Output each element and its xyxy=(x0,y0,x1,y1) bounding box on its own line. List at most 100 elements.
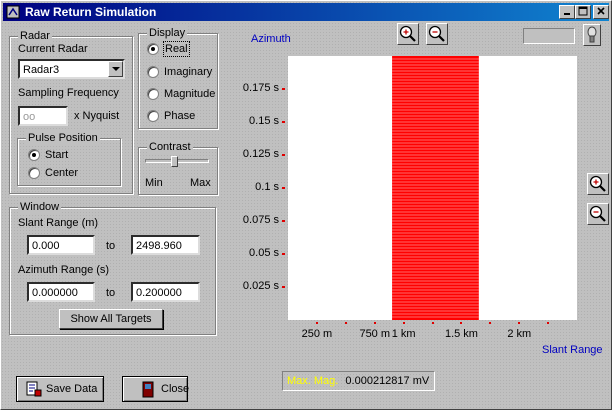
y-tick-mark xyxy=(282,187,285,189)
zoom-out-icon xyxy=(589,205,606,222)
x-tick-mark xyxy=(518,322,521,324)
azimuth-range-label: Azimuth Range (s) xyxy=(18,264,110,276)
slant-range-from-input[interactable]: 0.000 xyxy=(27,235,95,255)
sampling-frequency-input[interactable]: oo xyxy=(18,106,68,126)
maximize-icon xyxy=(578,6,588,16)
zoom-in-x-button[interactable] xyxy=(397,23,419,45)
contrast-slider-thumb[interactable] xyxy=(170,156,178,167)
radar-group-label: Radar xyxy=(18,29,52,43)
azimuth-range-from-input[interactable]: 0.000000 xyxy=(27,282,95,302)
display-magnitude-label: Magnitude xyxy=(164,88,216,100)
x-tick-label: 1 km xyxy=(391,328,416,340)
sampling-unit-label: x Nyquist xyxy=(74,110,120,122)
display-real-label: Real xyxy=(163,41,190,57)
contrast-group: Contrast Min Max xyxy=(138,140,218,195)
x-tick-mark xyxy=(547,322,550,324)
max-magnitude-value: 0.000212817 mV xyxy=(345,375,430,387)
x-tick-mark xyxy=(344,322,347,324)
probe-button[interactable] xyxy=(583,24,601,46)
x-tick-label: 2 km xyxy=(507,328,532,340)
slant-range-label: Slant Range (m) xyxy=(18,217,99,229)
y-tick-label: 0.025 s xyxy=(242,280,279,292)
y-tick-mark xyxy=(282,220,285,222)
zoom-out-x-button[interactable] xyxy=(426,23,448,45)
contrast-max-label: Max xyxy=(190,177,211,189)
display-phase-radio[interactable]: Phase xyxy=(147,109,207,125)
max-magnitude-label: Max. Mag. xyxy=(287,375,339,387)
display-group-label: Display xyxy=(147,26,188,40)
zoom-in-icon xyxy=(399,25,416,42)
contrast-min-label: Min xyxy=(145,177,163,189)
raw-return-plot[interactable] xyxy=(288,56,577,320)
radar-group: Radar Current Radar Radar3 Sampling Freq… xyxy=(9,29,133,194)
contrast-group-label: Contrast xyxy=(147,140,193,154)
zoom-out-y-button[interactable] xyxy=(587,203,609,225)
app-icon xyxy=(6,5,20,19)
display-group: Display Real Imaginary Magnitude Phase xyxy=(138,26,218,129)
y-tick-label: 0.05 s xyxy=(249,247,279,259)
slant-range-to-input[interactable]: 2498.960 xyxy=(131,235,200,255)
azimuth-to-label: to xyxy=(106,287,116,299)
display-phase-label: Phase xyxy=(164,110,196,122)
pulse-center-radio[interactable]: Center xyxy=(28,166,98,182)
zoom-out-icon xyxy=(428,25,445,42)
close-icon xyxy=(597,7,605,15)
window-title: Raw Return Simulation xyxy=(25,5,157,19)
plot-canvas xyxy=(392,56,479,320)
title-bar: Raw Return Simulation xyxy=(3,3,609,21)
x-tick-label: 250 m xyxy=(301,328,333,340)
zoom-in-y-button[interactable] xyxy=(587,173,609,195)
maximize-button[interactable] xyxy=(575,5,591,19)
display-imaginary-label: Imaginary xyxy=(164,66,213,78)
x-tick-mark xyxy=(315,322,318,324)
current-radar-value: Radar3 xyxy=(23,64,60,76)
y-tick-label: 0.15 s xyxy=(249,115,279,127)
minimize-icon xyxy=(564,13,570,15)
x-tick-mark xyxy=(431,322,434,324)
azimuth-range-to-input[interactable]: 0.200000 xyxy=(131,282,200,302)
max-magnitude-status: Max. Mag. 0.000212817 mV xyxy=(282,371,435,391)
pulse-position-label: Pulse Position xyxy=(26,131,100,145)
main-window: Raw Return Simulation Radar Current Rada… xyxy=(0,0,612,410)
x-tick-label: 750 m xyxy=(359,328,391,340)
slant-to-label: to xyxy=(106,240,116,252)
current-radar-label: Current Radar xyxy=(18,43,88,55)
show-all-targets-button[interactable]: Show All Targets xyxy=(59,309,163,329)
chevron-down-icon[interactable] xyxy=(108,61,123,77)
radio-unselected-icon xyxy=(147,66,159,78)
window-group-label: Window xyxy=(18,200,62,214)
radio-unselected-icon xyxy=(147,110,159,122)
y-tick-label: 0.125 s xyxy=(242,148,279,160)
radio-selected-icon xyxy=(28,149,40,161)
radio-unselected-icon xyxy=(28,167,40,179)
x-tick-mark xyxy=(489,322,492,324)
x-tick-label: 1.5 km xyxy=(444,328,478,340)
y-tick-label: 0.1 s xyxy=(255,181,279,193)
door-exit-icon xyxy=(142,381,154,398)
radio-unselected-icon xyxy=(147,88,159,100)
save-data-button[interactable]: Save Data xyxy=(16,376,104,402)
y-tick-mark xyxy=(282,154,285,156)
close-button[interactable]: Close xyxy=(122,376,190,402)
current-radar-select[interactable]: Radar3 xyxy=(18,59,125,79)
pulse-start-label: Start xyxy=(45,149,69,161)
radio-selected-icon xyxy=(147,43,159,55)
azimuth-axis-label: Azimuth xyxy=(251,33,291,45)
pulse-center-label: Center xyxy=(45,167,79,179)
close-window-button[interactable] xyxy=(593,5,609,19)
display-real-radio[interactable]: Real xyxy=(147,41,207,58)
sampling-frequency-label: Sampling Frequency xyxy=(18,87,119,99)
close-label: Close xyxy=(161,383,190,395)
save-data-icon xyxy=(26,381,42,397)
save-data-label: Save Data xyxy=(46,383,98,395)
lightbulb-icon xyxy=(587,26,597,43)
y-tick-mark xyxy=(282,253,285,255)
minimize-button[interactable] xyxy=(559,5,575,19)
y-tick-label: 0.175 s xyxy=(242,82,279,94)
y-tick-mark xyxy=(282,121,285,123)
x-tick-mark xyxy=(460,322,463,324)
display-imaginary-radio[interactable]: Imaginary xyxy=(147,65,215,81)
x-tick-mark xyxy=(402,322,405,324)
pulse-start-radio[interactable]: Start xyxy=(28,148,88,164)
display-magnitude-radio[interactable]: Magnitude xyxy=(147,87,217,103)
